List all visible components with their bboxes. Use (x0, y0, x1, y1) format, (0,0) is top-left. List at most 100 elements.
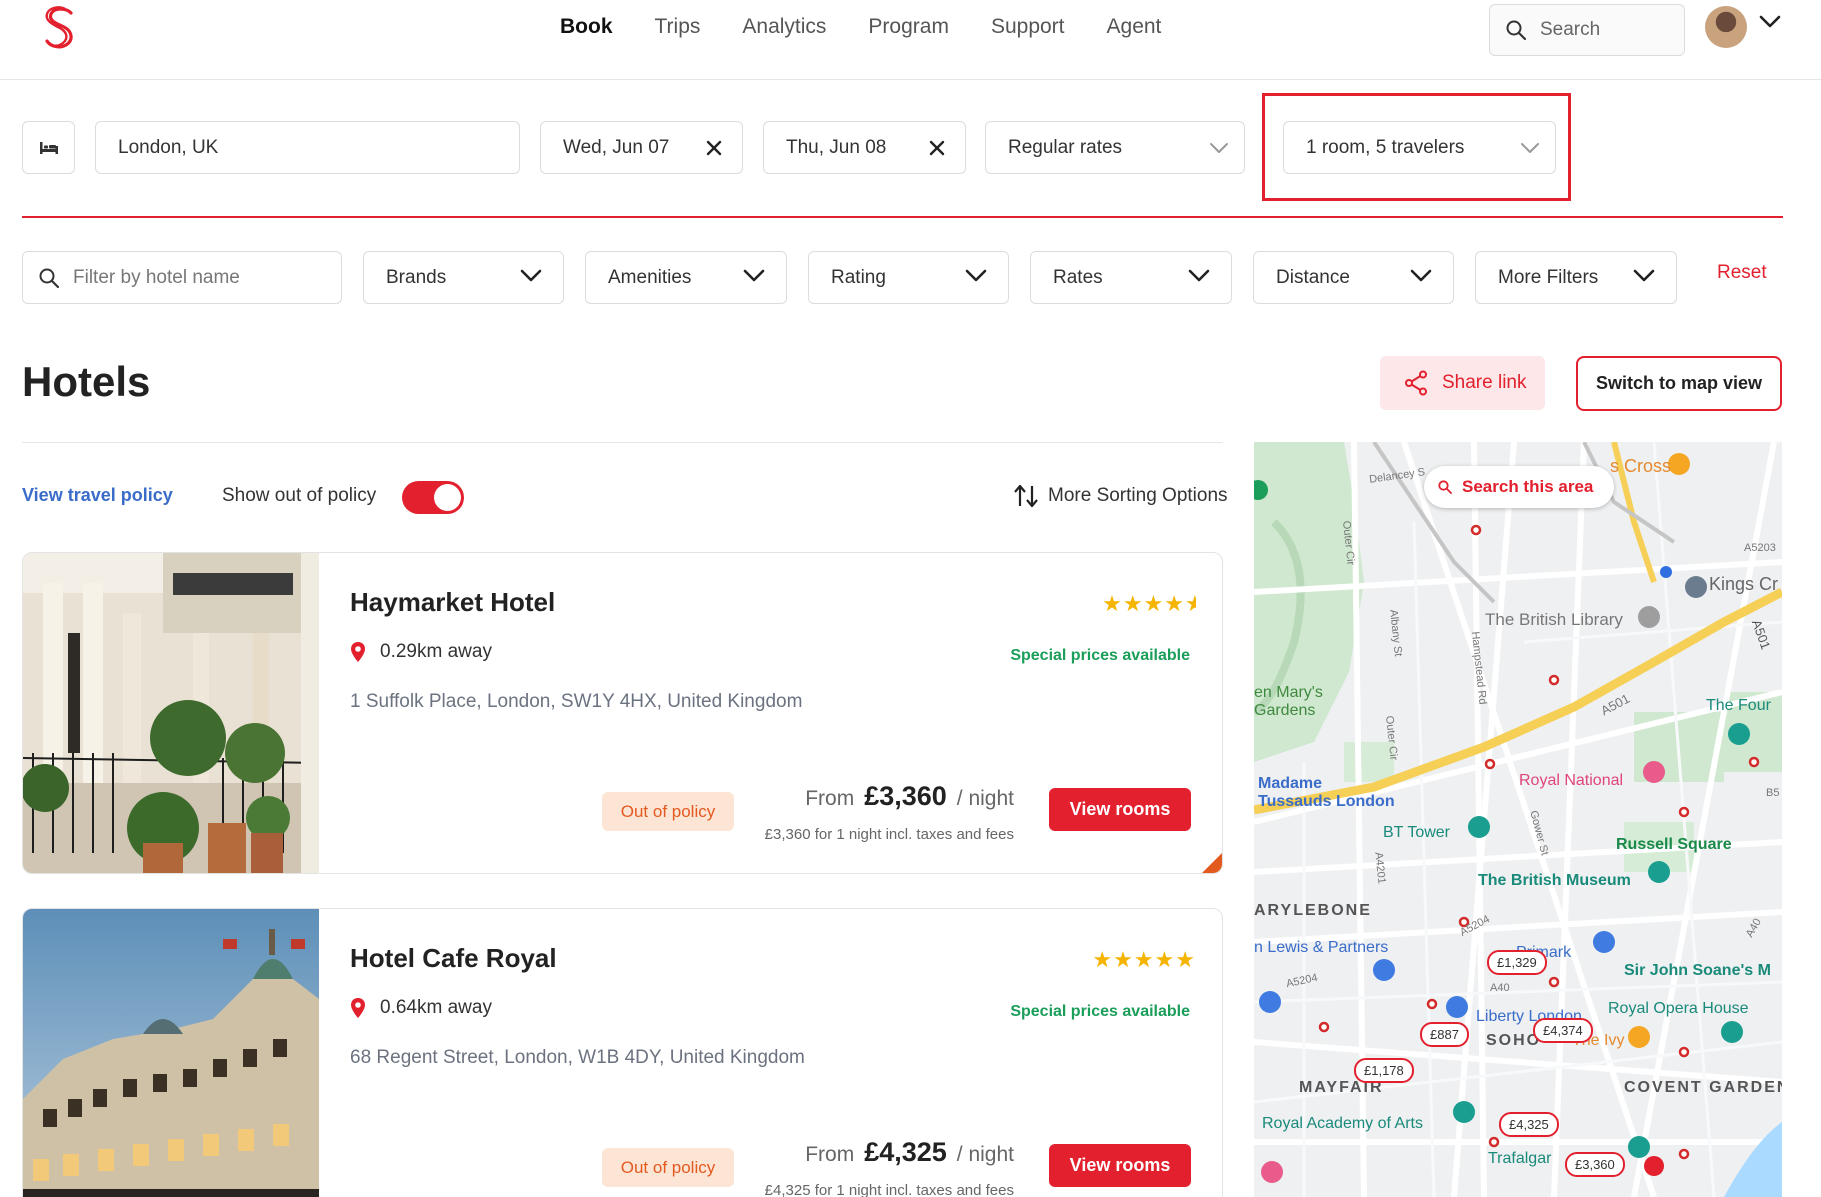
destination-input[interactable]: London, UK (95, 121, 520, 174)
hotel-name-filter-placeholder: Filter by hotel name (73, 266, 240, 288)
hotel-card[interactable]: Haymarket Hotel ★★★★★ 0.29km away Specia… (22, 552, 1223, 874)
rating-stars-text: ★★★★ (1102, 591, 1185, 616)
filter-brands[interactable]: Brands (363, 251, 564, 304)
price-total: £4,325 for 1 night incl. taxes and fees (764, 1182, 1014, 1197)
clear-checkout-icon[interactable] (925, 136, 949, 160)
map-price-pin[interactable]: £887 (1420, 1022, 1469, 1047)
global-search[interactable]: Search (1489, 4, 1685, 56)
hotel-card[interactable]: Hotel Cafe Royal ★★★★★ 0.64km away Speci… (22, 908, 1223, 1197)
map-label: s Cross (1610, 456, 1672, 476)
hotel-distance: 0.64km away (350, 997, 492, 1019)
map-label: Kings Cr (1709, 574, 1779, 594)
hotel-distance-value: 0.64km away (380, 997, 492, 1018)
nav-agent[interactable]: Agent (1107, 12, 1162, 42)
map-price-pin[interactable]: £4,374 (1533, 1018, 1593, 1043)
half-star-icon: ★ (1185, 591, 1196, 617)
brand-logo-icon[interactable] (38, 4, 84, 52)
page-title: Hotels (22, 358, 151, 405)
nav-analytics[interactable]: Analytics (742, 12, 826, 42)
search-this-area-button[interactable]: Search this area (1424, 466, 1614, 508)
chevron-down-icon (1188, 269, 1210, 282)
avatar[interactable] (1705, 6, 1747, 48)
hotel-distance: 0.29km away (350, 641, 492, 663)
main-nav: Book Trips Analytics Program Support Age… (560, 12, 1203, 42)
checkout-date-field[interactable]: Thu, Jun 08 (763, 121, 966, 174)
toggle-knob (434, 484, 461, 511)
reset-filters-link[interactable]: Reset (1717, 262, 1767, 284)
more-sorting-options-button[interactable]: More Sorting Options (1012, 484, 1228, 508)
nav-support[interactable]: Support (991, 12, 1065, 42)
special-prices-badge: Special prices available (1010, 647, 1190, 664)
nav-trips[interactable]: Trips (655, 12, 701, 42)
share-icon (1405, 370, 1427, 396)
hotel-price: From £4,325 / night (805, 1137, 1014, 1168)
price-total: £3,360 for 1 night incl. taxes and fees (764, 826, 1014, 843)
hotel-photo[interactable] (23, 909, 319, 1197)
checkin-date-field[interactable]: Wed, Jun 07 (540, 121, 743, 174)
search-divider (22, 216, 1783, 218)
destination-value: London, UK (118, 136, 219, 158)
map-label: COVENT GARDEN (1624, 1079, 1782, 1096)
map-label: n Lewis & Partners (1254, 939, 1389, 956)
filter-rates[interactable]: Rates (1030, 251, 1232, 304)
price-per-night: / night (956, 787, 1014, 810)
chevron-down-icon (520, 269, 542, 282)
clear-checkin-icon[interactable] (702, 136, 726, 160)
search-this-area-label: Search this area (1462, 477, 1594, 496)
filter-rating-label: Rating (831, 266, 886, 288)
global-search-label: Search (1540, 19, 1601, 40)
filter-distance[interactable]: Distance (1253, 251, 1454, 304)
view-travel-policy-link[interactable]: View travel policy (22, 485, 173, 506)
nav-program[interactable]: Program (868, 12, 949, 42)
hotel-name[interactable]: Hotel Cafe Royal (350, 943, 557, 974)
rate-type-select[interactable]: Regular rates (985, 121, 1245, 174)
show-out-of-policy-label: Show out of policy (222, 485, 377, 506)
filter-rating[interactable]: Rating (808, 251, 1009, 304)
sort-arrows-icon (1014, 484, 1038, 508)
chevron-down-icon[interactable] (1758, 14, 1782, 30)
annotation-highlight-box (1262, 93, 1571, 201)
view-rooms-button[interactable]: View rooms (1049, 1144, 1191, 1187)
view-rooms-button[interactable]: View rooms (1049, 788, 1191, 831)
switch-map-view-button[interactable]: Switch to map view (1576, 356, 1782, 411)
map-label: A5203 (1744, 542, 1776, 554)
location-pin-icon (351, 642, 365, 662)
map-price-pin[interactable]: £4,325 (1499, 1112, 1559, 1137)
filter-rates-label: Rates (1053, 266, 1103, 288)
nav-book[interactable]: Book (560, 12, 613, 42)
map-price-pin[interactable]: £1,329 (1487, 950, 1547, 975)
rate-type-value: Regular rates (1008, 136, 1123, 158)
chevron-down-icon (1633, 269, 1655, 282)
share-link-button[interactable]: Share link (1380, 356, 1545, 410)
filter-amenities-label: Amenities (608, 266, 692, 288)
hotel-photo[interactable] (23, 553, 319, 873)
accommodation-type-button[interactable] (22, 121, 75, 174)
results-divider (22, 442, 1223, 443)
filter-more-label: More Filters (1498, 266, 1599, 288)
chevron-down-icon (965, 269, 987, 282)
corner-flag (1202, 853, 1222, 873)
checkout-value: Thu, Jun 08 (786, 136, 887, 158)
show-out-of-policy-toggle[interactable] (402, 481, 464, 514)
hotel-name-filter-input[interactable]: Filter by hotel name (22, 251, 342, 304)
map-price-pin[interactable]: £1,178 (1354, 1058, 1414, 1083)
map-price-pin[interactable]: £3,360 (1565, 1152, 1625, 1177)
special-prices-badge: Special prices available (1010, 1003, 1190, 1020)
chevron-down-icon (1410, 269, 1432, 282)
filter-brands-label: Brands (386, 266, 447, 288)
search-icon (1506, 20, 1526, 40)
more-sorting-options-label: More Sorting Options (1048, 485, 1228, 506)
search-icon (1438, 480, 1452, 494)
out-of-policy-badge: Out of policy (602, 792, 734, 831)
price-amount: £3,360 (864, 781, 947, 811)
hotel-map[interactable]: Search this area s Cross Delancey S King… (1254, 442, 1782, 1197)
hotel-name[interactable]: Haymarket Hotel (350, 587, 555, 618)
chevron-down-icon (743, 269, 765, 282)
filter-more[interactable]: More Filters (1475, 251, 1677, 304)
chevron-down-icon (1210, 143, 1228, 153)
filter-amenities[interactable]: Amenities (585, 251, 787, 304)
map-label: ARYLEBONE (1254, 902, 1372, 919)
map-label: Sir John Soane's M (1624, 962, 1771, 979)
price-per-night: / night (956, 1143, 1014, 1166)
out-of-policy-badge: Out of policy (602, 1148, 734, 1187)
